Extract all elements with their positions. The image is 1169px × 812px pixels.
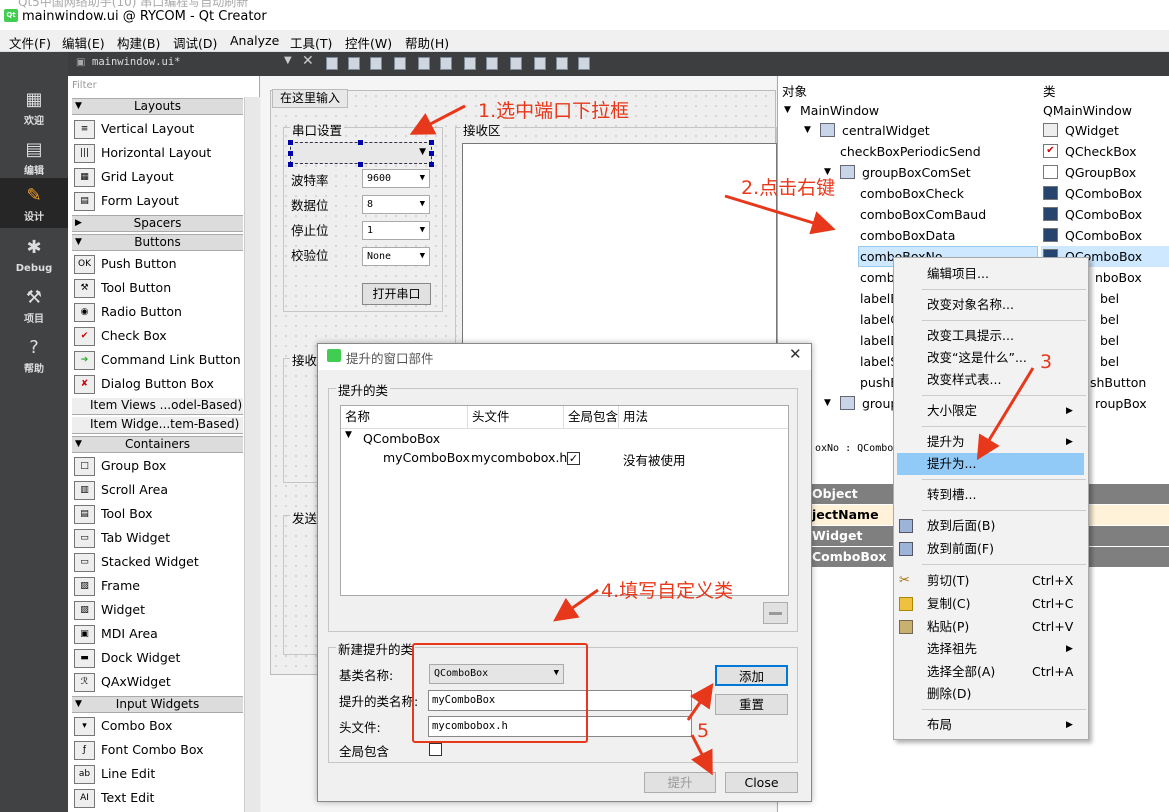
arrow-step5a xyxy=(686,683,714,721)
annotation-step2: 2.点击右键 xyxy=(741,177,836,199)
annotation-step3: 3 xyxy=(1040,351,1053,373)
arrow-step3 xyxy=(976,367,1035,461)
annotation-step4: 4.填写自定义类 xyxy=(601,580,734,602)
arrow-step1 xyxy=(409,104,466,135)
arrow-step2 xyxy=(724,194,836,235)
annotation-step5: 5 xyxy=(697,720,710,742)
annotation-step1: 1.选中端口下拉框 xyxy=(478,100,630,122)
arrow-step4 xyxy=(553,588,599,622)
